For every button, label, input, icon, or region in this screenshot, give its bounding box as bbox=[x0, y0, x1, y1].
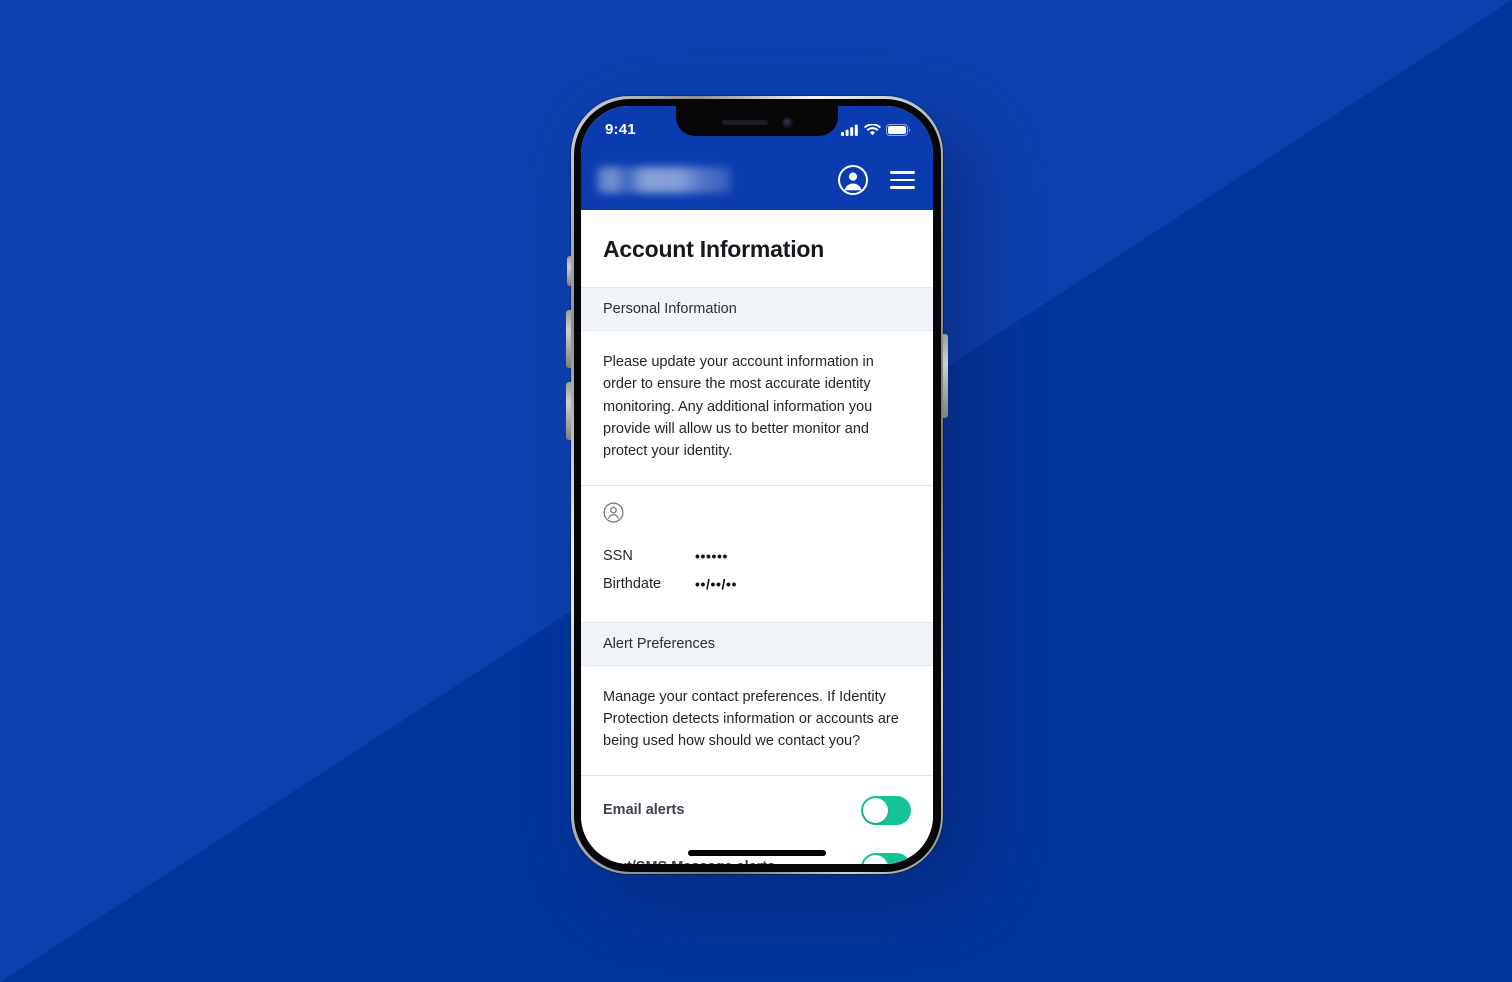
power-button[interactable] bbox=[943, 334, 948, 418]
alert-preferences-description: Manage your contact preferences. If Iden… bbox=[603, 688, 899, 750]
brand-logo-redacted[interactable] bbox=[597, 167, 731, 193]
app-header bbox=[581, 150, 933, 210]
email-alerts-label: Email alerts bbox=[603, 802, 685, 819]
battery-full-icon bbox=[886, 123, 911, 136]
hamburger-line bbox=[890, 171, 915, 174]
phone-screen: 9:41 Account Information Personal Inform… bbox=[581, 106, 933, 864]
toggle-knob bbox=[863, 797, 888, 823]
toggle-knob bbox=[863, 854, 888, 864]
status-bar: 9:41 bbox=[581, 106, 933, 150]
section-body-personal-information: Please update your account information i… bbox=[581, 331, 933, 486]
header-actions bbox=[838, 165, 915, 195]
section-body-alert-preferences: Manage your contact preferences. If Iden… bbox=[581, 665, 933, 776]
wifi-icon bbox=[864, 123, 881, 135]
ssn-value: •••••• bbox=[695, 547, 729, 564]
personal-information-fields: SSN •••••• Birthdate ••/••/•• bbox=[581, 485, 933, 622]
hamburger-menu-icon[interactable] bbox=[890, 171, 915, 189]
hamburger-line bbox=[890, 178, 915, 182]
phone-mockup: 9:41 Account Information Personal Inform… bbox=[563, 88, 975, 898]
birthdate-label: Birthdate bbox=[603, 575, 662, 592]
page-title: Account Information bbox=[581, 210, 933, 287]
volume-down-button[interactable] bbox=[566, 382, 571, 440]
signal-bars-icon bbox=[841, 124, 858, 136]
sms-alerts-label: Text/SMS Message alerts bbox=[603, 859, 775, 864]
field-row-birthdate[interactable]: Birthdate ••/••/•• bbox=[603, 570, 911, 598]
earpiece-speaker-icon bbox=[721, 119, 768, 125]
toggle-row-email-alerts: Email alerts bbox=[603, 782, 911, 839]
section-header-alert-preferences: Alert Preferences bbox=[581, 621, 933, 666]
volume-up-button[interactable] bbox=[566, 310, 571, 368]
personal-information-description: Please update your account information i… bbox=[603, 354, 874, 460]
hamburger-line bbox=[890, 186, 915, 189]
section-header-personal-information: Personal Information bbox=[581, 287, 933, 331]
mute-switch-button[interactable] bbox=[567, 256, 571, 286]
front-camera-icon bbox=[781, 116, 793, 128]
email-alerts-toggle[interactable] bbox=[861, 795, 911, 825]
device-notch bbox=[676, 106, 838, 136]
status-bar-indicators bbox=[841, 121, 911, 136]
status-bar-time: 9:41 bbox=[605, 121, 636, 138]
ssn-label: SSN bbox=[603, 547, 633, 564]
account-avatar-icon[interactable] bbox=[838, 165, 868, 195]
person-outline-icon bbox=[603, 502, 911, 528]
field-row-ssn[interactable]: SSN •••••• bbox=[603, 542, 911, 570]
birthdate-value: ••/••/•• bbox=[695, 575, 737, 592]
sms-alerts-toggle[interactable] bbox=[861, 852, 911, 864]
home-indicator[interactable] bbox=[688, 850, 826, 856]
